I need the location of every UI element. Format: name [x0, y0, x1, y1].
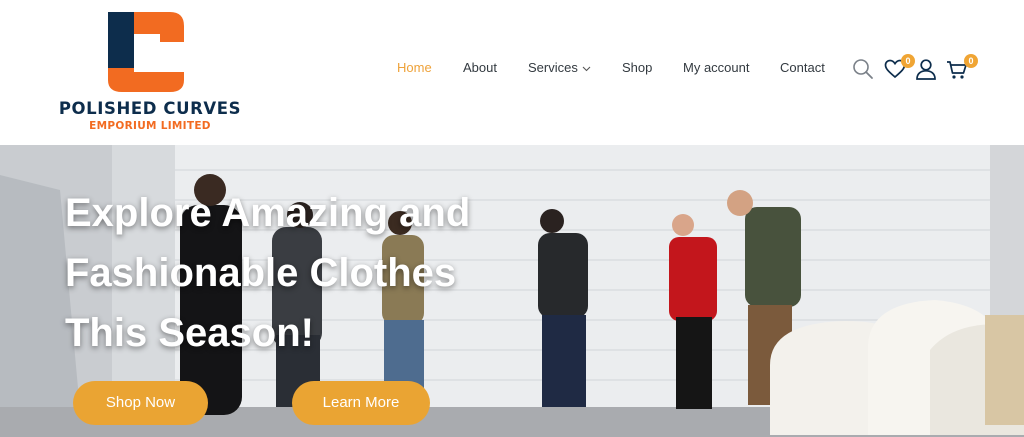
brand-subtitle: EMPORIUM LIMITED [89, 120, 211, 132]
brand-logo[interactable]: POLISHED CURVES EMPORIUM LIMITED [58, 8, 242, 138]
nav-shop[interactable]: Shop [622, 60, 652, 75]
nav-contact[interactable]: Contact [780, 60, 825, 75]
nav-my-account[interactable]: My account [683, 60, 749, 75]
nav-about[interactable]: About [463, 60, 497, 75]
learn-more-button[interactable]: Learn More [292, 381, 430, 425]
wishlist-count-badge: 0 [901, 54, 915, 68]
chevron-down-icon [582, 66, 591, 71]
hero-headline-line-1: Explore Amazing and [65, 191, 471, 235]
search-icon[interactable] [852, 58, 874, 80]
nav-services[interactable]: Services [528, 60, 591, 75]
nav-services-label: Services [528, 60, 578, 75]
brand-name: POLISHED CURVES [58, 99, 242, 118]
nav-home[interactable]: Home [397, 60, 432, 75]
shop-now-button[interactable]: Shop Now [73, 381, 208, 425]
logo-mark-icon [108, 12, 184, 92]
hero-headline: Explore Amazing and Fashionable Clothes … [65, 183, 505, 363]
cart-count-badge: 0 [964, 54, 978, 68]
hero-banner: Explore Amazing and Fashionable Clothes … [0, 145, 1024, 437]
hero-headline-line-3: This Season! [65, 311, 314, 355]
site-header: POLISHED CURVES EMPORIUM LIMITED Home Ab… [0, 0, 1024, 145]
user-icon[interactable] [915, 58, 937, 80]
hero-headline-line-2: Fashionable Clothes [65, 251, 457, 295]
